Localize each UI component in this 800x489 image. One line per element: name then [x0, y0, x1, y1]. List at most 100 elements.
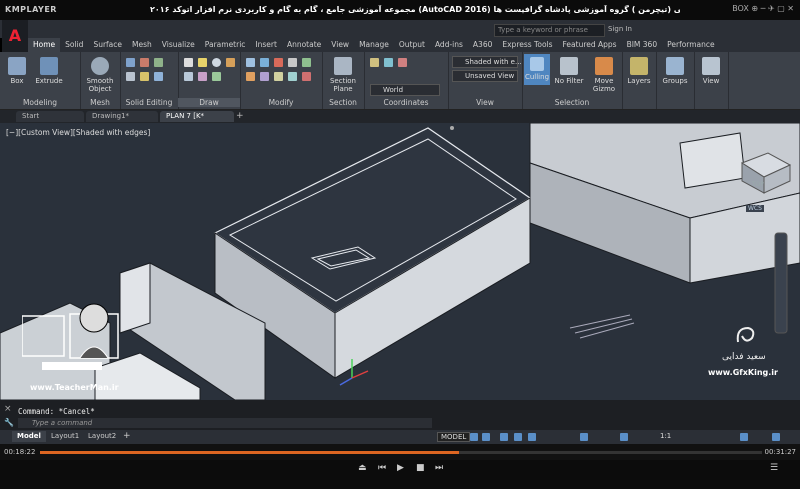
panel-label-section[interactable]: Section [322, 98, 364, 107]
panel-label-modify[interactable]: Modify [240, 98, 322, 107]
layout-tab-layout2[interactable]: Layout2 [83, 431, 121, 442]
ucs-icon[interactable] [370, 58, 379, 67]
stop-icon[interactable]: ■ [416, 463, 425, 473]
copy-icon[interactable] [288, 58, 297, 67]
panel-label-mesh[interactable]: Mesh [80, 98, 120, 107]
tab-annotate[interactable]: Annotate [282, 38, 326, 52]
layout-tab-model[interactable]: Model [12, 431, 46, 442]
groups-button[interactable]: Groups [658, 57, 692, 85]
array-icon[interactable] [260, 72, 269, 81]
grid-icon[interactable] [470, 433, 478, 441]
union-icon[interactable] [126, 58, 135, 67]
visual-style-dropdown[interactable]: Shaded with e... [452, 56, 522, 68]
layers-button[interactable]: Layers [624, 57, 654, 85]
rotate-icon[interactable] [260, 58, 269, 67]
fillet-icon[interactable] [246, 72, 255, 81]
acad-app-menu-button[interactable]: A [2, 20, 28, 52]
polar-icon[interactable] [514, 433, 522, 441]
ellipse-icon[interactable] [198, 72, 207, 81]
tab-solid[interactable]: Solid [60, 38, 88, 52]
circle-icon[interactable] [212, 58, 221, 67]
tab-surface[interactable]: Surface [88, 38, 127, 52]
tab-home[interactable]: Home [28, 38, 61, 52]
tab-express-tools[interactable]: Express Tools [497, 38, 557, 52]
workspace-gear-icon[interactable] [740, 433, 748, 441]
ortho-icon[interactable] [500, 433, 508, 441]
scale-icon[interactable] [274, 72, 283, 81]
move-gizmo-button[interactable]: Move Gizmo [588, 57, 620, 93]
intersect-icon[interactable] [154, 58, 163, 67]
rectangle-icon[interactable] [184, 72, 193, 81]
panel-label-solid-editing[interactable]: Solid Editing [120, 98, 178, 107]
box-button[interactable]: Box [6, 57, 28, 85]
file-tab-plan7[interactable]: PLAN 7 [K* [160, 111, 234, 122]
panel-label-coordinates[interactable]: Coordinates [364, 98, 448, 107]
model-space-toggle[interactable]: MODEL [437, 432, 471, 442]
sign-in-button[interactable]: Sign In [608, 25, 632, 33]
tab-output[interactable]: Output [394, 38, 430, 52]
section-plane-button[interactable]: Section Plane [324, 57, 362, 93]
view-button[interactable]: View [696, 57, 726, 85]
new-tab-icon[interactable]: + [236, 111, 244, 121]
mirror-icon[interactable] [302, 58, 311, 67]
customization-icon[interactable] [772, 433, 780, 441]
subtract-icon[interactable] [140, 58, 149, 67]
panel-label-view[interactable]: View [448, 98, 522, 107]
tab-visualize[interactable]: Visualize [157, 38, 200, 52]
erase-icon[interactable] [302, 72, 311, 81]
shell-icon[interactable] [154, 72, 163, 81]
ucs-x-icon[interactable] [398, 58, 407, 67]
viewport-label[interactable]: [−][Custom View][Shaded with edges] [6, 128, 150, 137]
close-command-icon[interactable]: × [4, 404, 12, 414]
smooth-object-button[interactable]: Smooth Object [82, 57, 118, 93]
arc-icon[interactable] [226, 58, 235, 67]
tab-parametric[interactable]: Parametric [200, 38, 251, 52]
line-icon[interactable] [184, 58, 193, 67]
panel-label-draw[interactable]: Draw [178, 98, 240, 107]
trim-icon[interactable] [274, 58, 283, 67]
viewcube-face-label[interactable]: TOP [752, 181, 764, 188]
wrench-icon[interactable]: 🔧 [4, 418, 14, 427]
dynamic-ucs-icon[interactable] [580, 433, 588, 441]
panel-label-modeling[interactable]: Modeling [0, 98, 80, 107]
stretch-icon[interactable] [288, 72, 297, 81]
wcs-label[interactable]: WCS [746, 205, 764, 212]
tab-insert[interactable]: Insert [250, 38, 282, 52]
acad-search-input[interactable]: Type a keyword or phrase [494, 24, 605, 37]
tab-view[interactable]: View [326, 38, 354, 52]
move-icon[interactable] [246, 58, 255, 67]
tab-add-ins[interactable]: Add-ins [430, 38, 468, 52]
play-icon[interactable]: ▶ [397, 463, 404, 473]
tab-featured-apps[interactable]: Featured Apps [558, 38, 622, 52]
tab-mesh[interactable]: Mesh [127, 38, 157, 52]
polyline-icon[interactable] [198, 58, 207, 67]
annotation-visibility-icon[interactable] [620, 433, 628, 441]
no-filter-button[interactable]: No Filter [554, 57, 584, 85]
hatch-icon[interactable] [212, 72, 221, 81]
file-tab-start[interactable]: Start [16, 111, 84, 122]
fillet-edge-icon[interactable] [140, 72, 149, 81]
annotation-scale[interactable]: 1:1 [660, 432, 671, 440]
panel-label-selection[interactable]: Selection [522, 98, 622, 107]
playlist-icon[interactable]: ☰ [770, 463, 778, 473]
file-tab-drawing1[interactable]: Drawing1* [86, 111, 158, 122]
ucs-dropdown[interactable]: World [370, 84, 440, 96]
snap-icon[interactable] [482, 433, 490, 441]
eject-icon[interactable]: ⏏ [358, 463, 367, 473]
osnap-icon[interactable] [528, 433, 536, 441]
tab-bim-360[interactable]: BIM 360 [622, 38, 663, 52]
command-input[interactable]: Type a command [18, 418, 432, 428]
add-layout-icon[interactable]: + [123, 431, 131, 441]
layout-tab-layout1[interactable]: Layout1 [46, 431, 84, 442]
culling-button[interactable]: Culling [524, 54, 550, 85]
tab-manage[interactable]: Manage [354, 38, 394, 52]
previous-icon[interactable]: ⏮ [378, 463, 386, 473]
ucs-origin-icon[interactable] [384, 58, 393, 67]
next-icon[interactable]: ⏭ [435, 463, 443, 473]
view-dropdown[interactable]: Unsaved View [452, 70, 518, 82]
extrude-button[interactable]: Extrude [32, 57, 66, 85]
tab-a360[interactable]: A360 [468, 38, 497, 52]
slice-icon[interactable] [126, 72, 135, 81]
tab-performance[interactable]: Performance [662, 38, 720, 52]
player-window-controls[interactable]: BOX ⊕ ─ ✈ ▢ ✕ [732, 4, 794, 13]
